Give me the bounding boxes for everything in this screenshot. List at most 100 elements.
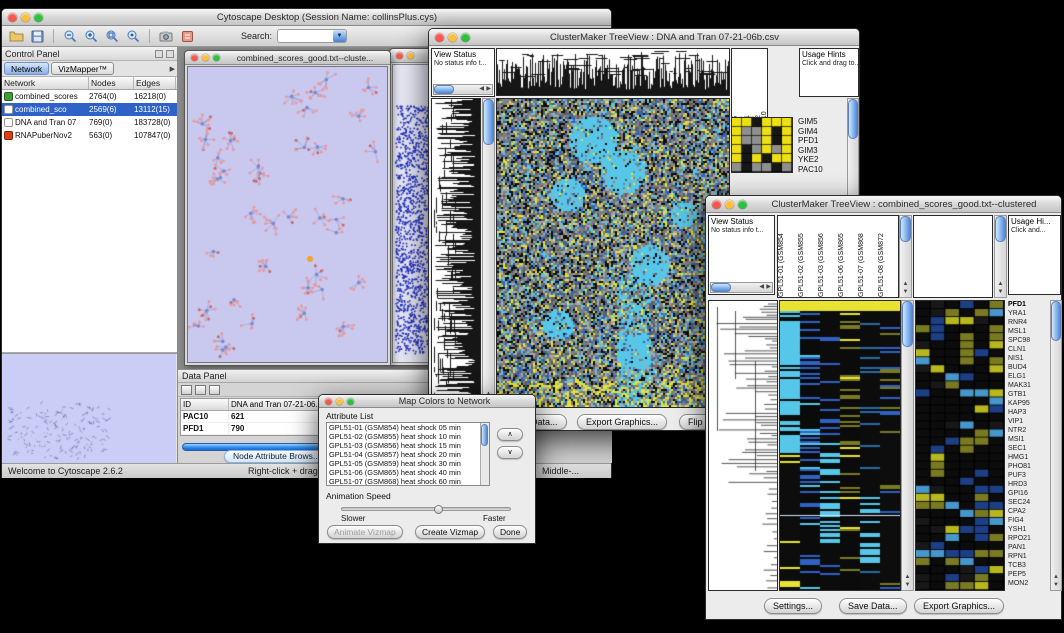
attribute-item[interactable]: GPL51-02 (GSM855) heat shock 10 min xyxy=(327,432,480,441)
column-label[interactable]: GPL51-01 (GSM854 xyxy=(778,216,798,297)
gene-label[interactable]: GTB1 xyxy=(1006,390,1050,399)
gene-label[interactable]: SPC98 xyxy=(1006,336,1050,345)
gene-label[interactable]: YSH1 xyxy=(1006,525,1050,534)
zoom-button[interactable] xyxy=(213,54,220,61)
window-controls[interactable] xyxy=(396,52,414,59)
window-controls[interactable] xyxy=(8,13,43,22)
network-canvas[interactable] xyxy=(188,67,388,362)
gene-label[interactable]: GIM4 xyxy=(798,127,842,137)
heatmap-panel[interactable] xyxy=(496,98,730,408)
gene-label[interactable]: TCB3 xyxy=(1006,561,1050,570)
column-label[interactable]: GPL51-07 (GSM868 xyxy=(858,216,878,297)
col-nodes[interactable]: Nodes xyxy=(89,77,134,89)
network-list-row[interactable]: RNAPuberNov2 563(0) 107847(0) xyxy=(2,129,177,142)
zoom-selected-icon[interactable] xyxy=(125,29,141,44)
attribute-item[interactable]: GPL51-07 (GSM868) heat shock 60 min xyxy=(327,477,480,486)
tab-network[interactable]: Network xyxy=(4,62,49,75)
gene-label[interactable]: ELG1 xyxy=(1006,372,1050,381)
scrollbar-vertical[interactable] xyxy=(480,423,489,485)
scrollbar-vertical[interactable]: ▲ ▼ xyxy=(1050,300,1062,591)
scroll-right-icon[interactable]: ▶ xyxy=(486,85,491,94)
column-dendrogram-panel[interactable] xyxy=(496,48,730,96)
gene-label[interactable]: RPN1 xyxy=(1006,552,1050,561)
gene-label[interactable]: MAK31 xyxy=(1006,381,1050,390)
arrow-right-icon[interactable]: ▶ xyxy=(170,65,175,73)
move-down-button[interactable]: ∨ xyxy=(497,446,523,459)
gene-label[interactable]: CLN1 xyxy=(1006,345,1050,354)
scroll-up-icon[interactable]: ▲ xyxy=(1051,573,1061,581)
row-dendrogram-panel[interactable] xyxy=(708,300,778,591)
table-mode-icon[interactable] xyxy=(195,385,206,395)
attribute-list[interactable]: GPL51-01 (GSM854) heat shock 05 minGPL51… xyxy=(326,422,490,486)
scroll-up-icon[interactable]: ▲ xyxy=(995,280,1006,288)
scroll-down-icon[interactable]: ▼ xyxy=(995,288,1006,296)
scroll-right-icon[interactable]: ▶ xyxy=(766,283,771,292)
export-graphics-button[interactable]: Export Graphics... xyxy=(577,414,667,430)
network-overview-panel[interactable] xyxy=(2,353,177,463)
column-label[interactable]: GPL51-03 (GSM856 xyxy=(818,216,838,297)
scroll-up-icon[interactable]: ▲ xyxy=(900,280,911,288)
column-label[interactable]: GPL51-02 (GSM855 xyxy=(798,216,818,297)
scrollbar-horizontal[interactable]: ◀ ▶ xyxy=(710,282,773,293)
column-label[interactable]: GPL51-08 (GSM872 xyxy=(878,216,898,297)
gene-label[interactable]: PAC10 xyxy=(798,165,842,175)
minimize-button[interactable] xyxy=(202,54,209,61)
scrollbar-vertical[interactable]: ▲ ▼ xyxy=(899,215,912,298)
close-button[interactable] xyxy=(435,33,444,42)
gene-label[interactable]: KAP95 xyxy=(1006,399,1050,408)
heatmap-canvas[interactable] xyxy=(497,99,729,407)
attribute-item[interactable]: GPL51-06 (GSM865) heat shock 40 min xyxy=(327,468,480,477)
gene-label[interactable]: PEP5 xyxy=(1006,570,1050,579)
heatmap-canvas[interactable] xyxy=(780,301,900,590)
open-session-icon[interactable] xyxy=(8,29,24,44)
zoom-heatmap-panel[interactable] xyxy=(915,300,1005,591)
scroll-up-icon[interactable]: ▲ xyxy=(902,573,913,581)
scrollbar-vertical[interactable]: ▲ ▼ xyxy=(901,300,914,591)
col-edges[interactable]: Edges xyxy=(134,77,176,89)
zoom-out-icon[interactable] xyxy=(62,29,78,44)
animate-vizmap-button[interactable]: Animate Vizmap xyxy=(327,525,403,539)
row-dendrogram-canvas[interactable] xyxy=(709,301,777,590)
search-dropdown-icon[interactable]: ▼ xyxy=(333,30,346,42)
snapshot-icon[interactable] xyxy=(158,29,174,44)
gene-label[interactable]: NIS1 xyxy=(1006,354,1050,363)
gene-label[interactable]: GIM3 xyxy=(798,146,842,156)
column-label[interactable]: GPL51-06 (GSM865 xyxy=(838,216,858,297)
export-graphics-button[interactable]: Export Graphics... xyxy=(914,598,1004,614)
minimize-button[interactable] xyxy=(407,52,414,59)
gene-label[interactable]: YRA1 xyxy=(1006,309,1050,318)
zoom-button[interactable] xyxy=(34,13,43,22)
dialog-titlebar[interactable]: Map Colors to Network xyxy=(319,395,535,408)
gene-label[interactable]: PFD1 xyxy=(1006,300,1050,309)
column-dendrogram-canvas[interactable] xyxy=(497,49,729,95)
treeview-dna-titlebar[interactable]: ClusterMaker TreeView : DNA and Tran 07-… xyxy=(429,29,859,46)
close-button[interactable] xyxy=(191,54,198,61)
attribute-item[interactable]: GPL51-01 (GSM854) heat shock 05 min xyxy=(327,423,480,432)
animation-speed-slider[interactable] xyxy=(341,507,511,511)
move-up-button[interactable]: ∧ xyxy=(497,428,523,441)
gene-label[interactable]: NTR2 xyxy=(1006,426,1050,435)
gene-label[interactable]: FIG4 xyxy=(1006,516,1050,525)
close-button[interactable] xyxy=(8,13,17,22)
close-button[interactable] xyxy=(712,200,721,209)
gene-label[interactable]: PFD1 xyxy=(798,136,842,146)
scroll-left-icon[interactable]: ◀ xyxy=(759,283,764,292)
main-titlebar[interactable]: Cytoscape Desktop (Session Name: collins… xyxy=(2,9,611,26)
window-controls[interactable] xyxy=(325,398,354,405)
zoom-matrix-panel[interactable] xyxy=(731,117,793,173)
scrollbar-horizontal[interactable]: ◀ ▶ xyxy=(433,84,493,95)
gene-label[interactable]: YKE2 xyxy=(798,155,842,165)
gene-label[interactable]: GPI16 xyxy=(1006,489,1050,498)
scroll-down-icon[interactable]: ▼ xyxy=(1051,581,1061,589)
network-view-titlebar[interactable]: combined_scores_good.txt--cluste... xyxy=(185,51,390,65)
tab-vizmapper[interactable]: VizMapper™ xyxy=(51,62,114,75)
annotation-icon[interactable] xyxy=(179,29,195,44)
heatmap-panel[interactable] xyxy=(779,300,901,591)
attribute-item[interactable]: GPL51-05 (GSM859) heat shock 30 min xyxy=(327,459,480,468)
slider-thumb[interactable] xyxy=(434,505,443,514)
gene-label[interactable]: HAP3 xyxy=(1006,408,1050,417)
create-vizmap-button[interactable]: Create Vizmap xyxy=(415,525,485,539)
close-panel-icon[interactable] xyxy=(166,50,174,58)
zoom-matrix-canvas[interactable] xyxy=(732,118,792,172)
gene-label[interactable]: RNR4 xyxy=(1006,318,1050,327)
